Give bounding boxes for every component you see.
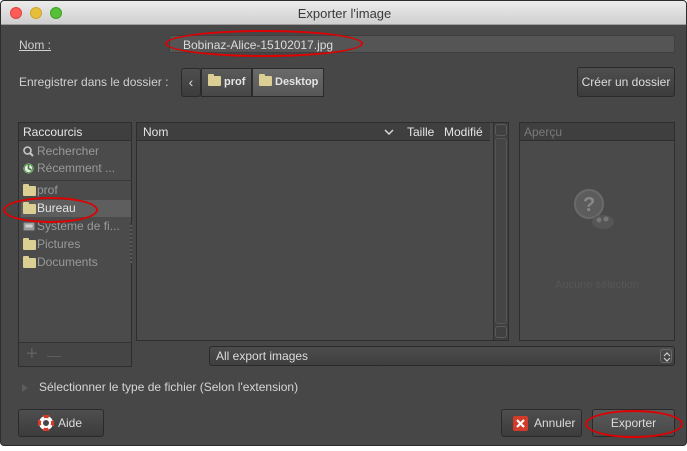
filetype-expander[interactable]: Sélectionner le type de fichier (Selon l… [21, 380, 341, 396]
folder-icon [23, 238, 36, 250]
place-search[interactable]: Rechercher [21, 143, 131, 160]
filename-annotation-ellipse [165, 30, 363, 57]
file-list: Nom Taille Modifié [136, 122, 509, 341]
place-label: Documents [37, 255, 98, 269]
preview-panel: Aperçu ? Aucune sélection [519, 122, 675, 341]
remove-place-button[interactable]: — [47, 343, 61, 367]
places-separator [21, 180, 131, 181]
places-splitter-handle[interactable] [130, 223, 132, 263]
add-place-button[interactable]: + [26, 343, 38, 365]
places-header-label: Raccourcis [23, 125, 83, 139]
folder-icon [23, 256, 36, 268]
chevron-left-icon: ‹ [188, 74, 194, 90]
places-panel: Raccourcis Rechercher Récemment ... prof… [18, 122, 132, 367]
scroll-thumb[interactable] [495, 138, 507, 324]
place-documents[interactable]: Documents [21, 254, 131, 271]
cancel-x-icon [513, 416, 528, 431]
file-list-scrollbar[interactable] [493, 123, 508, 340]
path-segment-desktop[interactable]: Desktop [252, 68, 324, 97]
create-folder-button[interactable]: Créer un dossier [577, 67, 675, 97]
column-size[interactable]: Taille [407, 123, 434, 141]
file-filter-value: All export images [216, 349, 309, 363]
column-name[interactable]: Nom [143, 123, 168, 141]
file-list-header: Nom Taille Modifié [137, 123, 490, 141]
folder-icon [208, 74, 221, 86]
export-annotation-ellipse [585, 410, 683, 438]
places-toolbar: + — [19, 342, 131, 366]
path-back-button[interactable]: ‹ [181, 68, 201, 97]
column-modified[interactable]: Modifié [444, 123, 483, 141]
places-header[interactable]: Raccourcis [19, 123, 131, 141]
filetype-label: Sélectionner le type de fichier (Selon l… [39, 380, 299, 394]
place-label: prof [37, 183, 58, 197]
export-dialog: Exporter l'image Nom : Bobinaz-Alice-151… [0, 0, 687, 446]
search-icon [23, 146, 34, 157]
folder-icon [23, 184, 36, 196]
place-pictures[interactable]: Pictures [21, 236, 131, 253]
name-label: Nom : [19, 38, 52, 52]
cancel-label: Annuler [534, 416, 576, 430]
gimp-question-icon: ? [570, 187, 616, 231]
folder-icon [259, 74, 272, 86]
save-folder-label: Enregistrer dans le dossier : [19, 75, 169, 89]
path-segment-label: prof [224, 76, 246, 88]
place-label: Rechercher [37, 144, 100, 158]
path-segment-prof[interactable]: prof [201, 68, 252, 97]
help-button[interactable]: Aide [18, 409, 104, 437]
file-filter-select[interactable]: All export images [209, 346, 675, 366]
updown-arrows-icon [660, 349, 672, 363]
preview-empty-text: Aucune sélection [555, 279, 639, 291]
lifebuoy-icon [38, 415, 54, 431]
bureau-annotation-ellipse [3, 197, 98, 223]
triangle-right-icon [21, 383, 29, 393]
preview-header-label: Aperçu [524, 125, 563, 139]
preview-header: Aperçu [520, 123, 674, 141]
recent-icon [23, 163, 34, 174]
sort-chevron-down-icon[interactable] [384, 123, 394, 141]
window-title: Exporter l'image [297, 6, 392, 21]
scroll-down-arrow[interactable] [495, 326, 507, 338]
place-label: Récemment ... [37, 161, 116, 175]
cancel-button[interactable]: Annuler [501, 409, 582, 437]
svg-text:?: ? [583, 194, 595, 216]
scroll-up-arrow[interactable] [495, 124, 507, 136]
place-label: Pictures [37, 237, 81, 251]
drive-icon [23, 221, 35, 232]
create-folder-label: Créer un dossier [581, 75, 671, 89]
title-bar: Exporter l'image [1, 1, 686, 25]
help-label: Aide [58, 416, 83, 430]
path-segment-label: Desktop [275, 76, 319, 88]
place-recent[interactable]: Récemment ... [21, 160, 131, 177]
